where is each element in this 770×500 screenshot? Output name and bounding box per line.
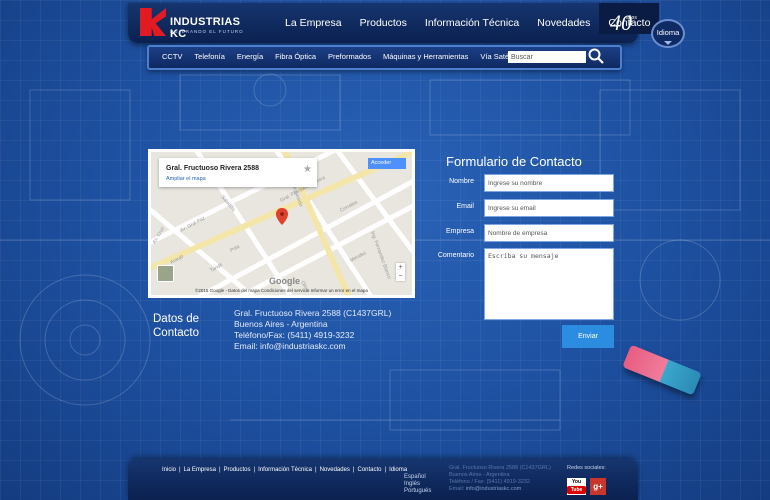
- comment-label: Comentario: [437, 252, 474, 259]
- chevron-down-icon: [664, 41, 672, 45]
- separator: |: [352, 467, 355, 473]
- map-footer: ©2015 Google - Datos del mapa Condicione…: [195, 288, 368, 293]
- nav-informacion-tecnica[interactable]: Información Técnica: [416, 12, 528, 42]
- google-logo: Google: [269, 276, 300, 286]
- signin-label: Acceder: [371, 160, 392, 166]
- subnav-telefonia[interactable]: Telefonía: [194, 52, 224, 61]
- footer-address: Gral. Fructuoso Rivera 2588 (C1437GRL) B…: [449, 465, 551, 493]
- footer-address-line: Gral. Fructuoso Rivera 2588 (C1437GRL): [449, 465, 551, 471]
- google-plus-icon[interactable]: g+: [590, 478, 606, 495]
- anniversary-badge: 40 años: [610, 10, 640, 36]
- subnav-maquinas[interactable]: Máquinas y Herramientas: [383, 52, 468, 61]
- lang-portugues[interactable]: Portugués: [404, 488, 431, 495]
- social-title: Redes sociales:: [567, 465, 606, 471]
- contact-data-lines: Gral. Fructuoso Rivera 2588 (C1437GRL) B…: [234, 308, 391, 352]
- youtube-top-text: You: [571, 479, 582, 485]
- contact-phone: Teléfono/Fax: (5411) 4919-3232: [234, 330, 355, 340]
- star-icon[interactable]: ★: [303, 164, 312, 175]
- lang-espanol[interactable]: Español: [404, 474, 431, 481]
- footer-email-label: Email:: [449, 486, 465, 492]
- kc-logo-icon: [140, 8, 166, 36]
- enlarge-map-link[interactable]: Ampliar el mapa: [166, 176, 206, 182]
- footer-link-productos[interactable]: Productos: [224, 467, 251, 473]
- youtube-icon[interactable]: You Tube: [567, 478, 586, 495]
- footer-link-la-empresa[interactable]: La Empresa: [184, 467, 216, 473]
- separator: |: [179, 467, 181, 473]
- nav-productos[interactable]: Productos: [351, 12, 416, 42]
- form-title: Formulario de Contacto: [446, 154, 582, 169]
- contact-email: Email: info@industriaskc.com: [234, 341, 346, 351]
- subnav-preformados[interactable]: Preformados: [328, 52, 371, 61]
- anniversary-number: 40: [610, 10, 632, 35]
- footer-nav: Inicio | La Empresa | Productos | Informaci…: [162, 467, 407, 473]
- footer-email-link[interactable]: info@industriaskc.com: [466, 486, 521, 492]
- submit-button[interactable]: Enviar: [562, 325, 614, 348]
- map-signin-button[interactable]: Acceder: [368, 158, 406, 169]
- name-field[interactable]: [484, 174, 614, 192]
- footer-bar: [128, 459, 638, 500]
- footer-address-line: Teléfono / Fax: (5411) 4919-3232: [449, 479, 530, 485]
- map-place-title: Gral. Fructuoso Rivera 2588: [166, 165, 259, 172]
- search-icon[interactable]: [588, 48, 604, 64]
- main-nav: La Empresa Productos Información Técnica…: [276, 3, 660, 42]
- language-button[interactable]: Idioma: [651, 19, 685, 48]
- subnav-fibra-optica[interactable]: Fibra Óptica: [275, 52, 316, 61]
- product-subnav: CCTV Telefonía Energía Fibra Óptica Pref…: [162, 52, 519, 61]
- footer-link-novedades[interactable]: Novedades: [320, 467, 350, 473]
- search-input[interactable]: [508, 51, 586, 63]
- contact-city: Buenos Aires - Argentina: [234, 319, 328, 329]
- comment-field[interactable]: [484, 248, 614, 320]
- footer-link-informacion-tecnica[interactable]: Información Técnica: [258, 467, 312, 473]
- subnav-energia[interactable]: Energía: [237, 52, 263, 61]
- brand-name: INDUSTRIAS KC: [170, 16, 241, 40]
- separator: |: [315, 467, 317, 473]
- brand-logo[interactable]: INDUSTRIAS KC DUJERANDO EL FUTURO: [140, 8, 250, 40]
- anniversary-suffix: años: [626, 15, 637, 21]
- satellite-thumbnail[interactable]: [157, 265, 174, 282]
- footer-link-inicio[interactable]: Inicio: [162, 467, 176, 473]
- email-label: Email: [456, 203, 474, 210]
- company-field[interactable]: [484, 224, 614, 242]
- brand-tagline: DUJERANDO EL FUTURO: [170, 29, 244, 34]
- youtube-bottom-text: Tube: [567, 486, 586, 494]
- footer-languages: Español Inglés Portugués: [404, 474, 431, 495]
- nav-novedades[interactable]: Novedades: [528, 12, 599, 42]
- gplus-text: g+: [593, 482, 603, 491]
- google-map[interactable]: Av. Gral Paz Av. Cruz Murguiondo Corrale…: [148, 149, 415, 298]
- footer-address-line: Buenos Aires - Argentina: [449, 472, 510, 478]
- separator: |: [384, 467, 387, 473]
- footer-link-idioma[interactable]: Idioma: [389, 467, 407, 473]
- zoom-in-button[interactable]: +: [396, 263, 405, 272]
- subnav-cctv[interactable]: CCTV: [162, 52, 182, 61]
- map-info-card: Gral. Fructuoso Rivera 2588 Ampliar el m…: [159, 158, 317, 187]
- separator: |: [218, 467, 221, 473]
- contact-address: Gral. Fructuoso Rivera 2588 (C1437GRL): [234, 308, 392, 318]
- language-label: Idioma: [656, 28, 680, 37]
- email-field[interactable]: [484, 199, 614, 217]
- nav-la-empresa[interactable]: La Empresa: [276, 12, 351, 42]
- zoom-out-button[interactable]: −: [396, 272, 405, 281]
- map-zoom-control: + −: [396, 263, 405, 281]
- lang-ingles[interactable]: Inglés: [404, 481, 431, 488]
- footer-link-contacto[interactable]: Contacto: [357, 467, 381, 473]
- name-label: Nombre: [449, 178, 474, 185]
- contact-data-title: Datos de Contacto: [153, 313, 200, 339]
- separator: |: [253, 467, 256, 473]
- company-label: Empresa: [445, 228, 474, 235]
